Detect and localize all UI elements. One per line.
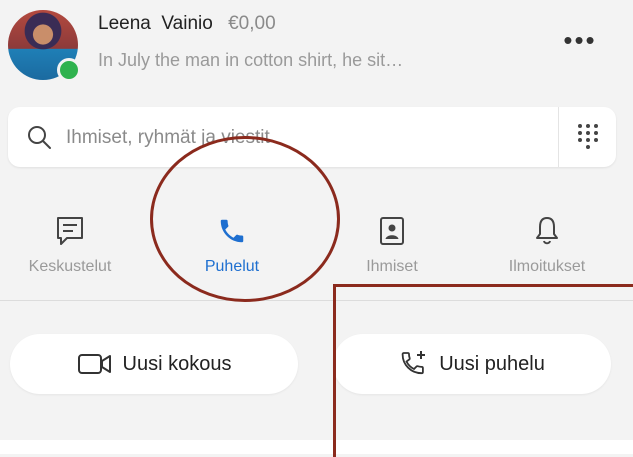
new-call-label: Uusi puhelu (439, 352, 545, 375)
tab-chats-label: Keskustelut (28, 258, 112, 275)
presence-indicator (57, 58, 81, 82)
tab-calls-label: Puhelut (204, 258, 260, 275)
more-dots-icon: ••• (563, 25, 597, 55)
profile-header: Leena Vainio €0,00 In July the man in co… (0, 0, 633, 96)
bottom-area (0, 440, 633, 454)
video-camera-icon (77, 354, 111, 374)
new-call-button[interactable]: Uusi puhelu (333, 334, 611, 394)
profile-name-line[interactable]: Leena Vainio €0,00 (98, 13, 276, 35)
new-meeting-label: Uusi kokous (122, 352, 232, 375)
tab-notifications-label: Ilmoitukset (508, 258, 586, 275)
contacts-icon (380, 217, 404, 245)
add-call-icon (401, 351, 426, 375)
bell-icon (536, 217, 558, 245)
profile-first-name: Leena (98, 13, 151, 34)
profile-last-name: Vainio (161, 13, 213, 34)
phone-icon (220, 219, 244, 243)
tab-divider (0, 300, 633, 301)
new-meeting-button[interactable]: Uusi kokous (10, 334, 298, 394)
profile-balance[interactable]: €0,00 (228, 13, 276, 34)
tab-chats[interactable]: Keskustelut (0, 214, 140, 276)
search-bar (8, 107, 616, 167)
tab-notifications[interactable]: Ilmoitukset (477, 214, 617, 276)
tab-bar: Keskustelut Puhelut Ihmiset Ilmoitukset (0, 200, 633, 300)
tab-people-label: Ihmiset (366, 258, 418, 275)
tab-calls[interactable]: Puhelut (162, 214, 302, 276)
tab-people[interactable]: Ihmiset (322, 214, 462, 276)
search-input[interactable] (64, 119, 548, 157)
chat-icon (57, 217, 83, 245)
dialpad-button[interactable] (558, 107, 617, 167)
search-icon (28, 126, 51, 149)
status-message[interactable]: In July the man in cotton shirt, he sit… (98, 50, 403, 71)
dialpad-icon (578, 124, 598, 149)
more-options-button[interactable]: ••• (560, 27, 600, 58)
